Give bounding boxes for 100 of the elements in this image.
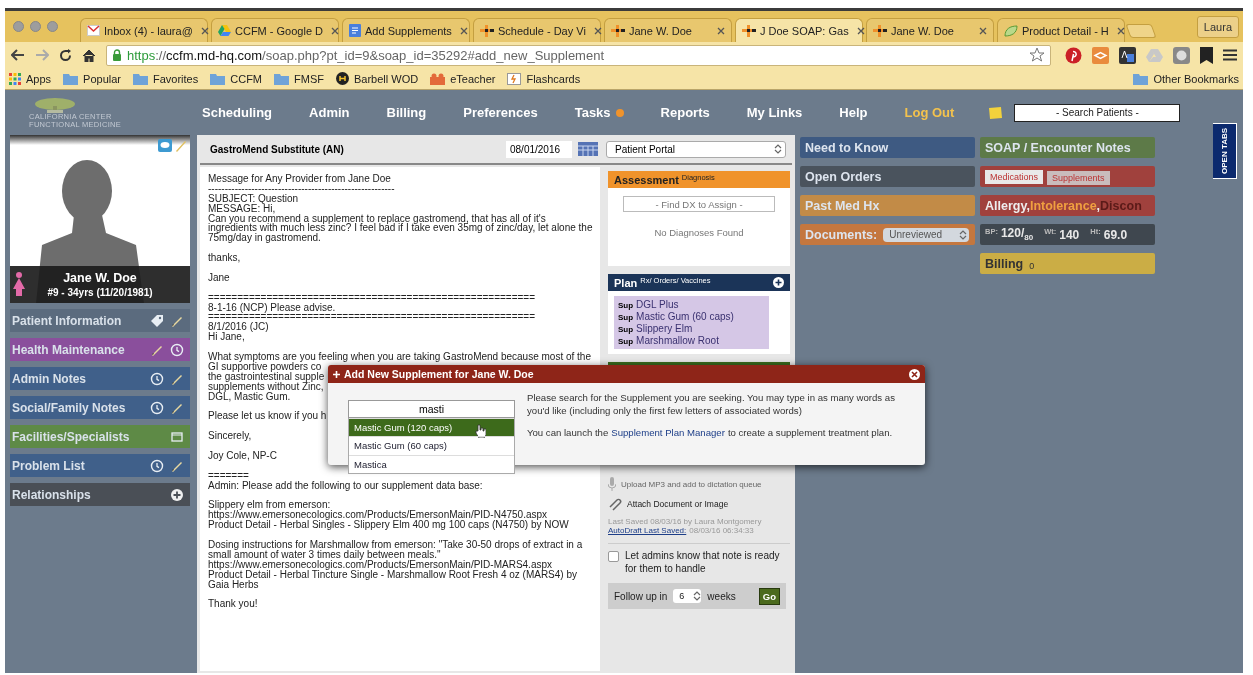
browser-tab[interactable]: CCFM - Google D — [211, 18, 339, 42]
pointer-cursor-icon — [475, 424, 486, 438]
sidebar-item[interactable]: Problem List — [10, 454, 190, 477]
allergy-panel[interactable]: Allergy,Intolerance,Discon — [980, 195, 1155, 216]
menu-icon[interactable] — [1223, 49, 1237, 61]
message-line: 8/1/2016 (JC) — [208, 322, 269, 333]
close-icon[interactable] — [200, 26, 209, 35]
sidebar-item[interactable]: Patient Information — [10, 309, 190, 332]
documents-panel[interactable]: Documents: Unreviewed — [800, 224, 975, 245]
history-icon[interactable] — [170, 342, 184, 357]
go-button[interactable]: Go — [758, 587, 780, 605]
extension-icon[interactable] — [1092, 46, 1109, 64]
reload-icon[interactable] — [59, 48, 72, 62]
bookmark[interactable]: Apps — [9, 72, 52, 85]
close-icon[interactable] — [979, 26, 987, 35]
sidebar-item[interactable]: Relationships — [10, 483, 190, 506]
bookmark[interactable]: eTeacher — [430, 72, 496, 85]
bookmark[interactable]: Flashcards — [507, 72, 581, 85]
tab[interactable]: Medications — [985, 169, 1044, 184]
nav-link[interactable]: Admin — [309, 105, 350, 120]
plan-manager-link[interactable]: Supplement Plan Manager — [611, 427, 725, 440]
weeks-field[interactable]: 6 — [673, 589, 702, 603]
address-field[interactable]: https://ccfm.md-hq.com/soap.php?pt_id=9&soap_id=35292#add_new_Supplement — [106, 44, 1051, 66]
browser-tab[interactable]: Jane W. Doe — [604, 18, 732, 42]
plan-item[interactable]: DGL Plus — [636, 299, 679, 310]
profile-button[interactable]: Laura — [1196, 15, 1239, 38]
add-icon[interactable] — [170, 487, 184, 502]
barbell-icon — [336, 72, 349, 85]
filter-select[interactable]: Unreviewed — [883, 227, 970, 242]
panel-header[interactable]: Need to Know — [800, 137, 975, 158]
browser-tab[interactable]: Inbox (4) - laura@ — [80, 18, 208, 42]
home-icon[interactable] — [82, 48, 96, 62]
nav-link[interactable]: My Links — [746, 105, 803, 120]
sidebar-item[interactable]: Admin Notes — [10, 367, 190, 390]
panel-title: Billing — [985, 256, 1024, 271]
plan-item[interactable]: Slippery Elm — [636, 323, 693, 334]
cross-logo-icon — [480, 24, 494, 37]
nav-link[interactable]: Reports — [660, 105, 710, 120]
chat-icon[interactable] — [158, 139, 172, 152]
close-icon[interactable] — [909, 368, 920, 380]
suggestion-item[interactable]: Mastic Gum (120 caps) — [349, 418, 514, 437]
plan-item[interactable]: Mastic Gum (60 caps) — [636, 311, 734, 322]
nav-link[interactable]: Tasks — [574, 105, 624, 120]
pencil-icon[interactable] — [175, 139, 187, 152]
tag-icon[interactable] — [150, 313, 164, 328]
add-icon[interactable] — [773, 277, 784, 288]
close-icon[interactable] — [717, 26, 725, 35]
nav-link[interactable]: Help — [839, 105, 868, 120]
nav-link[interactable]: Billing — [386, 105, 427, 120]
translate-icon[interactable] — [1119, 46, 1136, 64]
browser-tab[interactable]: J Doe SOAP: Gas — [735, 18, 863, 42]
suggestion-item[interactable]: Mastic Gum (60 caps) — [349, 436, 514, 455]
date-field[interactable]: 08/01/2016 — [506, 140, 572, 158]
bookmark[interactable]: Favorites — [133, 72, 199, 85]
panel-header[interactable]: Open Orders — [800, 166, 975, 187]
close-icon[interactable] — [593, 26, 602, 35]
nav-link[interactable]: Scheduling — [202, 105, 273, 120]
star-icon[interactable] — [1029, 47, 1045, 63]
channel-select[interactable]: Patient Portal — [606, 140, 786, 158]
message-line: Message for Any Provider from Jane Doe — [208, 174, 391, 184]
close-icon[interactable] — [1116, 26, 1125, 35]
browser-tab[interactable]: Jane W. Doe — [866, 18, 994, 42]
supplement-search-field[interactable]: masti — [348, 400, 515, 418]
pinterest-icon[interactable] — [1065, 46, 1082, 64]
sticky-note-icon[interactable] — [989, 106, 1003, 119]
close-icon[interactable] — [459, 26, 468, 35]
browser-tab[interactable]: Product Detail - H — [997, 18, 1125, 42]
history-icon[interactable] — [150, 371, 164, 386]
diagnosis-search-field[interactable]: - Find DX to Assign - — [623, 196, 775, 212]
folder-icon — [133, 72, 148, 85]
history-icon[interactable] — [150, 400, 164, 415]
autodraft-link[interactable]: AutoDraft Last Saved: — [608, 526, 687, 535]
nav-link[interactable]: Preferences — [463, 105, 538, 120]
calendar-icon[interactable] — [578, 142, 598, 156]
bookmark[interactable]: Barbell WOD — [336, 72, 419, 85]
billing-panel[interactable]: Billing 0 — [980, 253, 1155, 274]
attach-link[interactable]: Attach Document or Image — [627, 499, 729, 509]
panel-header[interactable]: SOAP / Encounter Notes — [980, 137, 1155, 158]
suggestion-item[interactable]: Mastica — [349, 454, 514, 473]
extension-icon[interactable] — [1173, 46, 1190, 64]
bookmark[interactable]: Popular — [63, 72, 121, 85]
sidebar-item[interactable]: Social/Family Notes — [10, 396, 190, 419]
patient-search-field[interactable]: - Search Patients - — [1014, 103, 1181, 122]
bookmark[interactable]: Other Bookmarks — [1133, 72, 1239, 85]
browser-tab[interactable]: Add Supplements — [342, 18, 470, 42]
plan-item[interactable]: Marshmallow Root — [636, 335, 719, 346]
upload-link[interactable]: Upload MP3 and add to dictation queue — [621, 479, 762, 489]
bookmark-icon[interactable] — [1200, 46, 1213, 64]
window-icon[interactable] — [170, 429, 184, 444]
bookmark[interactable]: FMSF — [274, 72, 324, 85]
back-arrow-icon[interactable] — [11, 49, 25, 61]
browser-tab[interactable]: Schedule - Day Vi — [473, 18, 601, 42]
sidebar-item[interactable]: Health Maintenance — [10, 338, 190, 361]
bookmark[interactable]: CCFM — [210, 72, 263, 85]
close-icon[interactable] — [331, 26, 340, 35]
close-icon[interactable] — [856, 26, 865, 35]
message-line: https://www.emersonecologics.com/Products/EmersonMain/PID-MARS4.aspx — [208, 559, 552, 570]
checkbox[interactable] — [608, 551, 619, 562]
open-tabs-button[interactable]: OPEN TABS — [1213, 123, 1237, 179]
history-icon[interactable] — [150, 458, 164, 473]
